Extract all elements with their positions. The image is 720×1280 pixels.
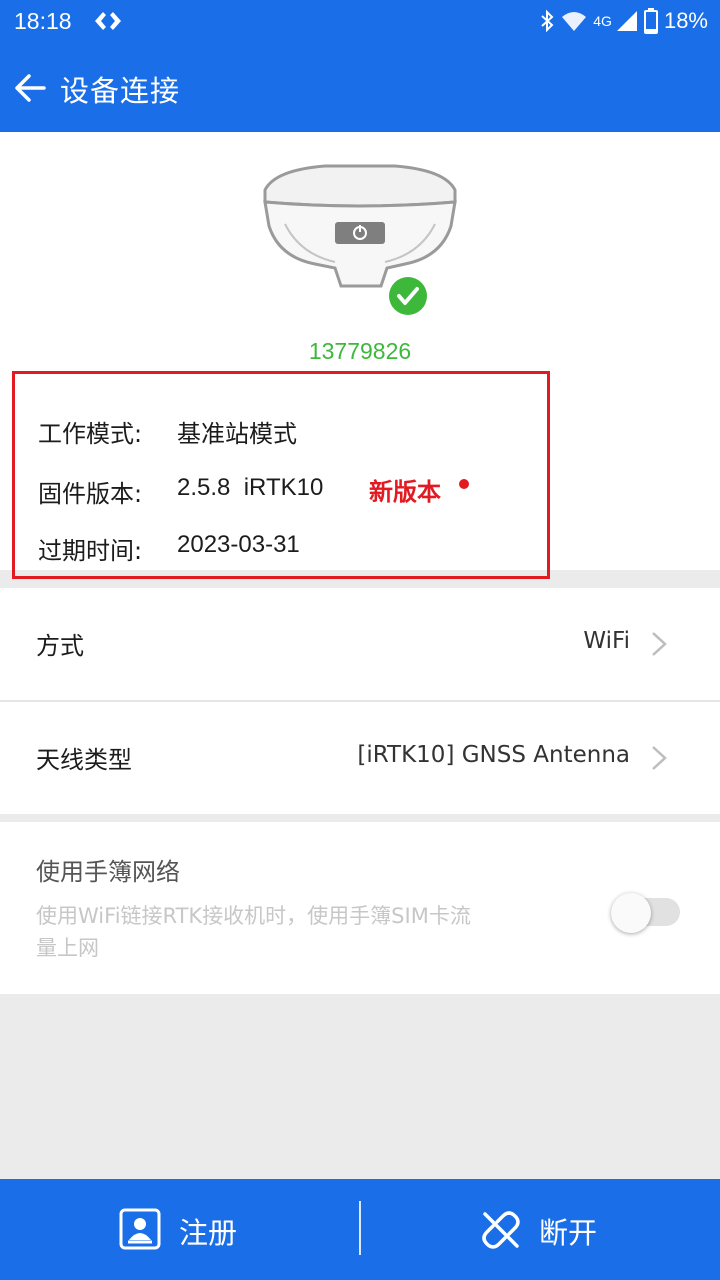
expiry-value: 2023-03-31 [177, 531, 300, 558]
firmware-row: 固件版本: 2.5.8 iRTK10 [38, 474, 323, 509]
signal-icon [616, 11, 637, 31]
register-id-card-icon [119, 1208, 161, 1250]
gnss-receiver-image [263, 164, 457, 288]
status-bar: 18:18 4G 18% [0, 0, 720, 44]
battery-icon [643, 8, 658, 34]
disconnect-button[interactable]: 断开 [361, 1179, 720, 1280]
status-icons: 4G 18% [539, 8, 708, 34]
expiry-label: 过期时间: [38, 537, 143, 565]
status-time: 18:18 [14, 8, 72, 34]
handbook-network-title: 使用手簿网络 [36, 858, 180, 886]
work-mode-value: 基准站模式 [177, 420, 297, 448]
back-arrow-icon[interactable] [12, 70, 48, 106]
register-button[interactable]: 注册 [0, 1179, 359, 1280]
new-version-link[interactable]: 新版本 [369, 472, 441, 507]
wifi-icon [562, 12, 587, 31]
device-serial: 13779826 [308, 338, 412, 364]
connected-check-icon [389, 277, 427, 315]
chevron-right-icon [652, 632, 667, 656]
connection-method-item[interactable]: 方式 WiFi [0, 588, 720, 700]
chevron-right-icon [652, 746, 667, 770]
handbook-network-description: 使用WiFi链接RTK接收机时，使用手簿SIM卡流量上网 [36, 904, 471, 960]
network-type: 4G [593, 13, 612, 29]
developer-icon [95, 12, 121, 30]
device-panel: 13779826 工作模式: 基准站模式 固件版本: 2.5.8 iRTK10 … [0, 132, 720, 579]
app-bar: 设备连接 [0, 44, 720, 132]
firmware-label: 固件版本: [38, 480, 143, 508]
antenna-label: 天线类型 [36, 746, 132, 774]
method-label: 方式 [36, 632, 84, 660]
new-version-dot [459, 479, 469, 489]
firmware-value: 2.5.8 iRTK10 [177, 474, 324, 501]
work-mode-row: 工作模式: 基准站模式 [38, 414, 297, 449]
unlink-icon [482, 1211, 520, 1249]
antenna-value: [iRTK10] GNSS Antenna [357, 742, 630, 768]
bottom-action-bar: 注册 断开 [0, 1179, 720, 1280]
disconnect-label: 断开 [539, 1216, 598, 1250]
battery-level: 18% [663, 8, 708, 33]
handbook-network-item: 使用手簿网络 使用WiFi链接RTK接收机时，使用手簿SIM卡流量上网 [0, 822, 720, 994]
page-title: 设备连接 [60, 74, 181, 108]
method-value: WiFi [583, 628, 630, 654]
bluetooth-icon [541, 9, 554, 33]
expiry-row: 过期时间: 2023-03-31 [38, 531, 300, 566]
toggle-knob[interactable] [611, 893, 651, 933]
work-mode-label: 工作模式: [38, 420, 143, 448]
register-label: 注册 [179, 1216, 238, 1250]
antenna-type-item[interactable]: 天线类型 [iRTK10] GNSS Antenna [0, 702, 720, 814]
device-info-box: 工作模式: 基准站模式 固件版本: 2.5.8 iRTK10 新版本 过期时间:… [12, 371, 550, 579]
